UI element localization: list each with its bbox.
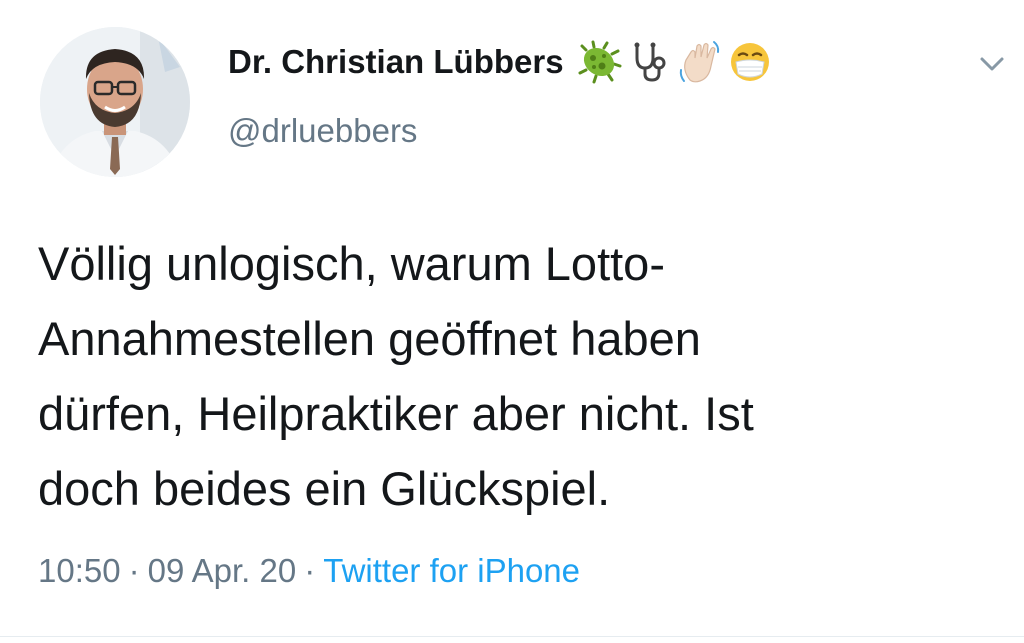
divider [0,636,1024,637]
avatar[interactable] [40,27,190,177]
author-handle[interactable]: @drluebbers [228,112,417,150]
meta-separator: · [128,552,140,589]
tweet-time[interactable]: 10:50 [38,552,121,589]
tweet-text-line: dürfen, Heilpraktiker aber nicht. Ist [38,387,754,440]
tweet-text-line: Völlig unlogisch, warum Lotto- [38,237,665,290]
waving-hand-icon [679,41,719,83]
face-with-mask-icon [730,43,769,81]
tweet-meta: 10:50 · 09 Apr. 20 · Twitter for iPhone [38,552,580,590]
stethoscope-icon [634,42,666,82]
tweet-source-link[interactable]: Twitter for iPhone [323,552,580,589]
microbe-icon [578,40,622,84]
tweet-text-line: Annahmestellen geöffnet haben [38,312,701,365]
tweet-card: Dr. Christian Lübbers @drluebbers Völlig… [0,0,1024,643]
meta-separator: · [304,552,316,589]
tweet-date[interactable]: 09 Apr. 20 [148,552,297,589]
avatar-photo [40,27,190,177]
tweet-text: Völlig unlogisch, warum Lotto- Annahmest… [38,226,1003,526]
chevron-down-icon[interactable] [972,44,1012,84]
tweet-text-line: doch beides ein Glückspiel. [38,462,611,515]
author-display-name[interactable]: Dr. Christian Lübbers [228,43,564,81]
author-name-row: Dr. Christian Lübbers [228,36,772,88]
